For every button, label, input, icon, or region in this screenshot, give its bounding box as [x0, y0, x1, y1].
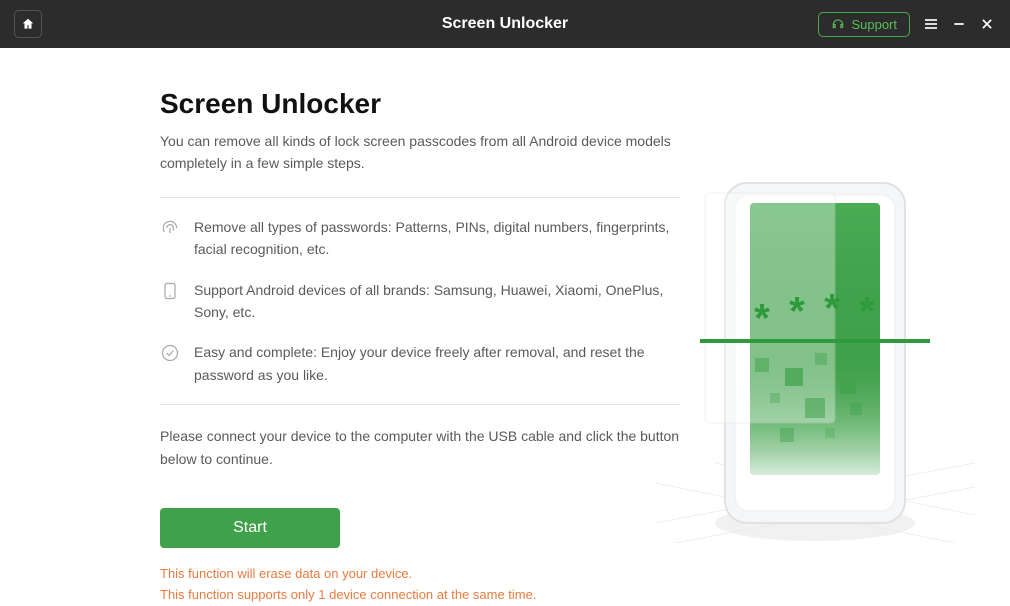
feature-item: Support Android devices of all brands: S…: [160, 279, 680, 324]
page-title: Screen Unlocker: [160, 88, 680, 120]
divider: [160, 404, 680, 405]
page-subtitle: You can remove all kinds of lock screen …: [160, 130, 680, 175]
warning-text: This function will erase data on your de…: [160, 564, 680, 585]
svg-text:*: *: [855, 294, 879, 339]
svg-text:*: *: [785, 294, 809, 339]
titlebar: Screen Unlocker Support: [0, 0, 1010, 48]
feature-item: Easy and complete: Enjoy your device fre…: [160, 341, 680, 386]
home-button[interactable]: [14, 10, 42, 38]
warnings: This function will erase data on your de…: [160, 564, 680, 606]
support-label: Support: [851, 17, 897, 32]
check-circle-icon: [160, 343, 180, 363]
close-button[interactable]: [978, 15, 996, 33]
home-icon: [21, 17, 35, 31]
start-button[interactable]: Start: [160, 508, 340, 548]
support-button[interactable]: Support: [818, 12, 910, 37]
main-content: Screen Unlocker You can remove all kinds…: [0, 48, 1010, 600]
feature-item: Remove all types of passwords: Patterns,…: [160, 216, 680, 261]
feature-text: Support Android devices of all brands: S…: [194, 279, 680, 324]
fingerprint-icon: [160, 218, 180, 238]
minimize-button[interactable]: [950, 15, 968, 33]
features-list: Remove all types of passwords: Patterns,…: [160, 198, 680, 404]
warning-text: This function supports only 1 device con…: [160, 585, 680, 606]
feature-text: Remove all types of passwords: Patterns,…: [194, 216, 680, 261]
instruction-text: Please connect your device to the comput…: [160, 425, 680, 470]
minimize-icon: [952, 17, 966, 31]
headset-icon: [831, 17, 845, 31]
menu-button[interactable]: [922, 15, 940, 33]
phone-icon: [160, 281, 180, 301]
svg-text:*: *: [820, 291, 844, 336]
menu-icon: [923, 16, 939, 32]
window-title: Screen Unlocker: [442, 15, 568, 33]
close-icon: [980, 17, 994, 31]
svg-text:*: *: [750, 301, 774, 346]
phone-illustration: * * * *: [655, 143, 975, 543]
feature-text: Easy and complete: Enjoy your device fre…: [194, 341, 680, 386]
